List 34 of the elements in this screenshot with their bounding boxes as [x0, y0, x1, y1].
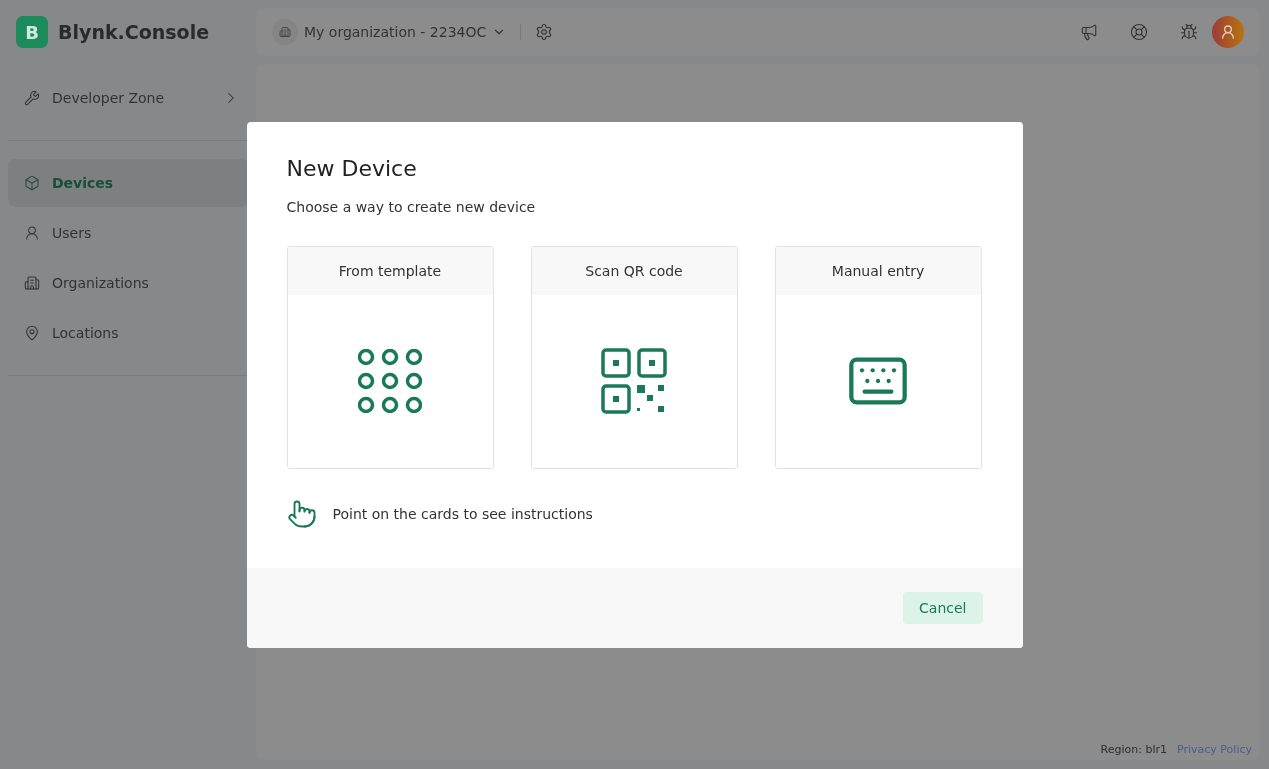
sidebar-item[interactable]: Locations: [8, 309, 248, 357]
cube-icon: [24, 175, 40, 191]
option-card[interactable]: From template: [286, 245, 494, 469]
organization-selector[interactable]: My organization - 2234OC: [272, 19, 507, 45]
brand-name: Blynk.Console: [58, 21, 210, 43]
option-card[interactable]: Scan QR code: [530, 245, 738, 469]
card-title: From template: [287, 246, 493, 295]
tools-icon: [24, 90, 40, 106]
region-label: Region: blr1: [1100, 743, 1168, 756]
building-icon: [24, 275, 40, 291]
card-title: Scan QR code: [531, 246, 737, 295]
dialog-subtitle: Choose a way to create new device: [286, 198, 537, 215]
option-card[interactable]: Manual entry: [774, 245, 982, 469]
settings-icon[interactable]: [535, 23, 554, 41]
privacy-policy-link[interactable]: Privacy Policy: [1177, 743, 1252, 756]
user-icon: [24, 225, 40, 241]
sidebar-item[interactable]: Users: [8, 209, 248, 257]
pointing-hand-icon: [286, 498, 317, 529]
dialog-title: New Device: [286, 155, 418, 181]
bug-icon[interactable]: [1180, 23, 1198, 41]
building-icon: [272, 19, 298, 45]
sidebar-item[interactable]: Devices: [8, 159, 248, 207]
help-icon[interactable]: [1130, 23, 1148, 41]
hint-text: Point on the cards to see instructions: [332, 505, 593, 522]
cancel-button[interactable]: Cancel: [903, 591, 983, 624]
dot-grid-icon: [358, 349, 422, 413]
map-pin-icon: [24, 325, 40, 341]
developer-zone-item[interactable]: Developer Zone: [8, 74, 248, 122]
avatar[interactable]: [1212, 16, 1244, 48]
megaphone-icon[interactable]: [1080, 23, 1098, 41]
card-title: Manual entry: [775, 246, 981, 295]
logo[interactable]: B: [16, 16, 48, 48]
qr-code-icon: [601, 348, 667, 414]
sidebar-item[interactable]: Organizations: [8, 259, 248, 307]
